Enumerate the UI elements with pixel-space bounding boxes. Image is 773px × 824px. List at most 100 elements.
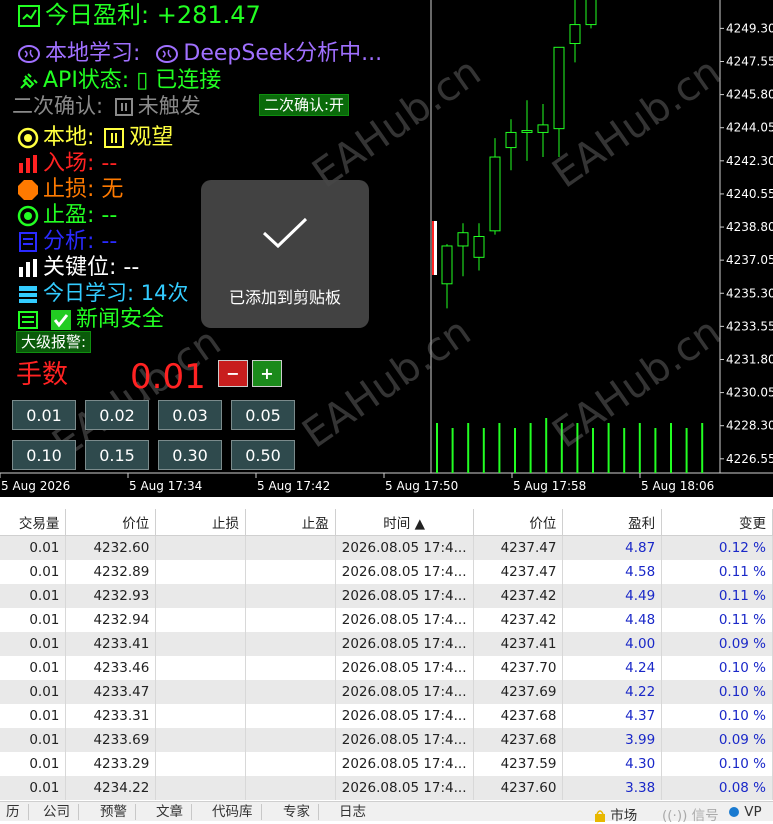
tab-experts[interactable]: 专家 bbox=[275, 804, 319, 820]
table-cell: 0.01 bbox=[0, 752, 67, 776]
time-tick-label: 5 Aug 17:58 bbox=[513, 479, 586, 493]
table-cell: 4.87 bbox=[562, 535, 663, 560]
table-row[interactable]: 0.01 4232.93 2026.08.05 17:4... 4237.42 4.49… bbox=[0, 584, 773, 608]
table-row[interactable]: 0.01 4233.29 2026.08.05 17:4... 4237.59 4.30… bbox=[0, 752, 773, 776]
trades-table[interactable]: 交易量 价位 止损 止盈 时间 ▲ 价位 盈利 变更 0.01 4232.60 20… bbox=[0, 509, 773, 801]
lot-preset-button[interactable]: 0.50 bbox=[231, 440, 295, 470]
tab-history[interactable]: 历 bbox=[0, 804, 29, 820]
table-row[interactable]: 0.01 4233.41 2026.08.05 17:4... 4237.41 4.00… bbox=[0, 632, 773, 656]
second-confirm-toggle-button[interactable]: 二次确认:开 bbox=[259, 94, 350, 116]
candle-body bbox=[537, 124, 549, 133]
tab-articles[interactable]: 文章 bbox=[148, 804, 192, 820]
column-header[interactable]: 止盈 bbox=[245, 509, 336, 536]
column-header[interactable]: 交易量 bbox=[0, 509, 67, 536]
target-icon bbox=[17, 205, 39, 227]
table-cell bbox=[155, 776, 247, 800]
checkmark-icon bbox=[262, 217, 308, 249]
lot-preset-button[interactable]: 0.01 bbox=[12, 400, 76, 430]
column-header[interactable]: 变更 bbox=[661, 509, 773, 536]
table-cell: 4232.94 bbox=[65, 608, 157, 632]
table-cell bbox=[245, 728, 336, 752]
price-tick-label: 4242.30 bbox=[726, 154, 773, 168]
lot-preset-button[interactable]: 0.03 bbox=[158, 400, 222, 430]
lot-preset-button[interactable]: 0.30 bbox=[158, 440, 222, 470]
lot-preset-button[interactable]: 0.05 bbox=[231, 400, 295, 430]
table-cell: 0.11 % bbox=[661, 584, 773, 608]
lot-preset-button[interactable]: 0.02 bbox=[85, 400, 149, 430]
table-cell: 4237.59 bbox=[473, 752, 564, 776]
table-cell: 4232.60 bbox=[65, 535, 157, 560]
table-row[interactable]: 0.01 4233.69 2026.08.05 17:4... 4237.68 3.99… bbox=[0, 728, 773, 752]
table-cell: 4233.69 bbox=[65, 728, 157, 752]
tab-journal[interactable]: 日志 bbox=[331, 804, 374, 820]
trading-chart[interactable]: 4249.30 4247.55 4245.80 4244.05 4242.30 4240.… bbox=[0, 0, 773, 497]
price-tick-label: 4230.05 bbox=[726, 386, 773, 400]
time-tick-label: 5 Aug 2026 bbox=[1, 479, 70, 493]
column-header[interactable]: 时间 ▲ bbox=[335, 509, 474, 536]
table-header: 交易量 价位 止损 止盈 时间 ▲ 价位 盈利 变更 bbox=[0, 509, 773, 536]
brain-icon bbox=[18, 45, 40, 63]
lot-preset-button[interactable]: 0.10 bbox=[12, 440, 76, 470]
lots-decrease-button[interactable]: − bbox=[218, 360, 248, 387]
table-cell: 4233.29 bbox=[65, 752, 157, 776]
table-cell: 0.09 % bbox=[661, 728, 773, 752]
big-alert-button[interactable]: 大级报警: bbox=[16, 331, 92, 353]
table-cell bbox=[245, 704, 336, 728]
table-cell: 2026.08.05 17:4... bbox=[335, 680, 474, 704]
tab-code-base[interactable]: 代码库 bbox=[204, 804, 262, 820]
price-tick-label: 4249.30 bbox=[726, 21, 773, 35]
table-cell bbox=[155, 656, 247, 680]
table-cell bbox=[155, 608, 247, 632]
table-cell: 4237.70 bbox=[473, 656, 564, 680]
local-signal: 本地: 观望 bbox=[17, 127, 173, 149]
market-tab[interactable]: 市场 bbox=[594, 804, 637, 824]
bar-chart-icon bbox=[19, 259, 37, 277]
signals-tab[interactable]: ((·)) 信号 bbox=[662, 804, 719, 824]
price-tick-label: 4245.80 bbox=[726, 88, 773, 102]
table-cell: 4237.68 bbox=[473, 728, 564, 752]
table-cell: 4237.42 bbox=[473, 584, 564, 608]
toast-message: 已添加到剪贴板 bbox=[228, 288, 341, 307]
table-row[interactable]: 0.01 4232.89 2026.08.05 17:4... 4237.47 4.58… bbox=[0, 560, 773, 584]
table-cell: 0.12 % bbox=[661, 535, 773, 560]
table-row[interactable]: 0.01 4232.94 2026.08.05 17:4... 4237.42 4.48… bbox=[0, 608, 773, 632]
globe-icon bbox=[729, 807, 739, 817]
table-cell: 0.01 bbox=[0, 584, 67, 608]
table-row[interactable]: 0.01 4233.31 2026.08.05 17:4... 4237.68 4.37… bbox=[0, 704, 773, 728]
table-cell: 4.30 bbox=[562, 752, 663, 776]
table-cell: 2026.08.05 17:4... bbox=[335, 608, 474, 632]
lots-value: 0.01 bbox=[130, 357, 206, 397]
tab-company[interactable]: 公司 bbox=[35, 804, 79, 820]
price-tick-label: 4228.30 bbox=[726, 419, 773, 433]
table-row[interactable]: 0.01 4233.46 2026.08.05 17:4... 4237.70 4.24… bbox=[0, 656, 773, 680]
candle-body bbox=[441, 245, 453, 285]
table-cell: 0.10 % bbox=[661, 656, 773, 680]
chart-check-icon bbox=[18, 5, 40, 27]
bottom-status-bar: 历 公司 预警 文章 代码库 专家 日志 市场 ((·)) 信号 VP bbox=[0, 801, 773, 824]
table-cell bbox=[245, 632, 336, 656]
vps-tab[interactable]: VP bbox=[728, 804, 762, 820]
table-cell: 3.99 bbox=[562, 728, 663, 752]
table-cell: 0.10 % bbox=[661, 680, 773, 704]
today-profit: 今日盈利: +281.47 bbox=[17, 3, 261, 28]
column-header[interactable]: 价位 bbox=[473, 509, 564, 536]
table-cell: 4237.47 bbox=[473, 560, 564, 584]
table-row[interactable]: 0.01 4233.47 2026.08.05 17:4... 4237.69 4.22… bbox=[0, 680, 773, 704]
lots-increase-button[interactable]: + bbox=[252, 360, 282, 387]
table-cell: 0.11 % bbox=[661, 560, 773, 584]
signal-icon: ((·)) bbox=[662, 808, 688, 824]
table-cell: 0.01 bbox=[0, 656, 67, 680]
lot-preset-button[interactable]: 0.15 bbox=[85, 440, 149, 470]
table-row[interactable]: 0.01 4232.60 2026.08.05 17:4... 4237.47 4.87… bbox=[0, 535, 773, 560]
bag-icon bbox=[595, 810, 605, 822]
column-header[interactable]: 止损 bbox=[155, 509, 247, 536]
column-header[interactable]: 盈利 bbox=[562, 509, 663, 536]
table-row[interactable]: 0.01 4234.22 2026.08.05 17:4... 4237.60 3.38… bbox=[0, 776, 773, 800]
table-cell: 0.01 bbox=[0, 560, 67, 584]
candle-body bbox=[521, 130, 533, 133]
time-tick-label: 5 Aug 17:50 bbox=[385, 479, 458, 493]
pause-icon bbox=[114, 98, 133, 116]
tab-alerts[interactable]: 预警 bbox=[92, 804, 136, 820]
table-cell bbox=[155, 752, 247, 776]
column-header[interactable]: 价位 bbox=[65, 509, 157, 536]
